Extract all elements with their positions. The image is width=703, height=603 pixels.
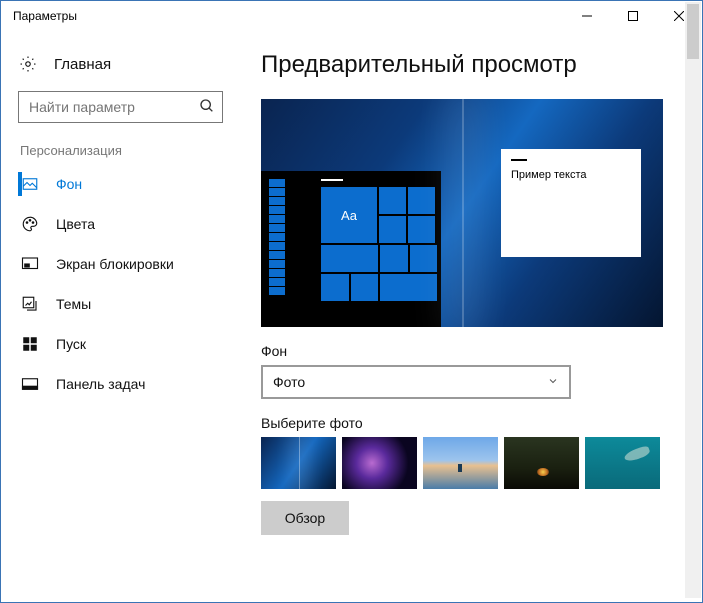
main-content: Предварительный просмотр Aa Пример текст… [251,31,702,602]
themes-icon [20,295,40,313]
sidebar-item-themes[interactable]: Темы [18,284,245,324]
sidebar-item-label: Фон [56,176,82,192]
sidebar-item-label: Темы [56,296,91,312]
sidebar-item-label: Цвета [56,216,95,232]
search-box[interactable] [18,91,223,123]
photo-thumb-4[interactable] [504,437,579,489]
select-value: Фото [273,374,305,390]
preview-start-menu: Aa [321,179,437,301]
search-icon [199,98,215,119]
lock-screen-icon [20,255,40,273]
sidebar-item-taskbar[interactable]: Панель задач [18,364,245,404]
taskbar-icon [20,375,40,393]
category-title: Персонализация [18,143,245,158]
photo-thumb-5[interactable] [585,437,660,489]
chevron-down-icon [547,374,559,390]
sidebar-item-label: Экран блокировки [56,256,174,272]
sidebar-item-start[interactable]: Пуск [18,324,245,364]
sidebar: Главная Персонализация Фон Цвета Экран б… [1,31,251,602]
background-type-select[interactable]: Фото [261,365,571,399]
background-preview: Aa Пример текста [261,99,663,327]
sidebar-item-label: Пуск [56,336,86,352]
home-nav[interactable]: Главная [18,45,245,91]
maximize-button[interactable] [610,1,656,31]
picture-icon [20,175,40,193]
sidebar-item-colors[interactable]: Цвета [18,204,245,244]
gear-icon [18,55,38,73]
photo-thumbnails [261,437,680,489]
sample-text: Пример текста [511,169,587,181]
scrollbar-thumb[interactable] [687,4,699,59]
preview-sample-window: Пример текста [501,149,641,257]
photo-thumb-2[interactable] [342,437,417,489]
minimize-button[interactable] [564,1,610,31]
start-icon [20,335,40,353]
sidebar-item-label: Панель задач [56,376,145,392]
photo-thumb-3[interactable] [423,437,498,489]
window-title: Параметры [13,9,77,23]
page-title: Предварительный просмотр [261,51,680,79]
scrollbar[interactable] [685,2,701,598]
sidebar-item-background[interactable]: Фон [18,164,245,204]
photo-thumb-1[interactable] [261,437,336,489]
home-label: Главная [54,56,111,73]
choose-photo-label: Выберите фото [261,415,680,431]
palette-icon [20,215,40,233]
window-controls [564,1,702,31]
search-input[interactable] [18,91,223,123]
sidebar-item-lock-screen[interactable]: Экран блокировки [18,244,245,284]
preview-taskbar [269,179,285,296]
background-label: Фон [261,343,680,359]
titlebar: Параметры [1,1,702,31]
preview-tile-aa: Aa [321,187,377,243]
browse-button[interactable]: Обзор [261,501,349,535]
